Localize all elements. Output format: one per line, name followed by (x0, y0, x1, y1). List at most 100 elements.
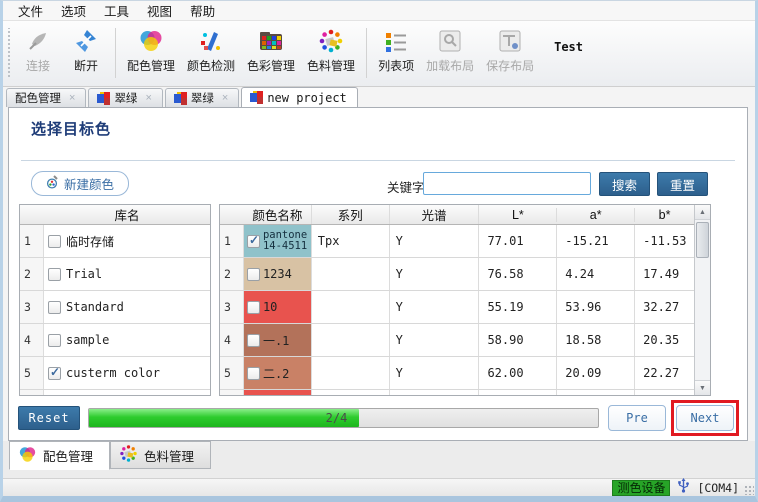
column-header-name: 颜色名称 (244, 205, 312, 224)
progress-fill (89, 409, 359, 427)
row-checkbox[interactable] (48, 333, 61, 347)
search-button[interactable]: 搜索 (599, 172, 650, 196)
save-layout-icon (497, 27, 523, 55)
column-header-b: b* (658, 207, 671, 222)
color-swatch-cell: pantone 14-4511 (243, 225, 312, 257)
close-icon[interactable]: × (145, 92, 151, 104)
color-library-icon (258, 27, 284, 55)
row-checkbox[interactable] (48, 300, 61, 314)
color-swatch-cell: 1234 (243, 258, 312, 290)
connect-icon (25, 27, 51, 55)
resize-grip[interactable] (744, 485, 754, 495)
table-row[interactable]: 1 pantone 14-4511 Tpx Y 77.01 -15.21 -11… (220, 225, 694, 258)
column-header-L: L* (479, 207, 558, 222)
table-row[interactable]: 2 1234 Y 76.58 4.24 17.49 (220, 258, 694, 291)
library-table: 库名 1 临时存储 2 Trial 3 Standard 4 sample 5 … (19, 204, 211, 396)
menu-tools[interactable]: 工具 (95, 1, 138, 22)
row-checkbox[interactable] (246, 333, 260, 347)
tab-color-matching[interactable]: 配色管理 × (6, 88, 87, 107)
disconnect-icon (73, 27, 99, 55)
close-icon[interactable]: × (222, 92, 228, 104)
color-swatch-cell (243, 390, 312, 395)
usb-icon (677, 477, 690, 497)
pre-button[interactable]: Pre (608, 405, 666, 431)
divider (21, 160, 735, 161)
colorant-icon (119, 444, 138, 466)
keyword-label: 关键字 (387, 181, 425, 195)
scroll-down-icon[interactable]: ▼ (695, 380, 710, 395)
color-match-icon (138, 27, 164, 55)
table-row[interactable]: 3 10 Y 55.19 53.96 32.27 (220, 291, 694, 324)
disconnect-button[interactable]: 断开 (62, 26, 110, 75)
tab-new-project[interactable]: new project (241, 87, 358, 107)
column-header-library: 库名 (114, 209, 140, 223)
project-icon (250, 91, 264, 104)
test-label: Test (554, 40, 584, 54)
toolbar: 连接 断开 配色管理 颜色检测 色彩管理 色料管理 列表项 加载布局 保存布局 … (3, 21, 755, 87)
project-icon (97, 91, 111, 105)
connect-button: 连接 (14, 26, 62, 75)
toolbar-separator (366, 28, 368, 78)
color-table-header: 颜色名称 系列 光谱 L* a* b* (220, 205, 694, 225)
row-checkbox[interactable] (48, 234, 61, 248)
table-row-partial (20, 390, 210, 395)
column-header-a: a* (557, 207, 636, 222)
menu-view[interactable]: 视图 (138, 1, 181, 22)
toolbar-separator (115, 28, 116, 78)
new-color-icon (46, 175, 59, 192)
close-icon[interactable]: × (69, 92, 75, 104)
com-port-label: [COM4] (697, 480, 739, 495)
row-checkbox[interactable] (48, 267, 61, 281)
reset-wizard-button[interactable]: Reset (18, 406, 80, 430)
app-window: 文件 选项 工具 视图 帮助 连接 断开 配色管理 颜色检测 色彩管理 色料管理… (0, 0, 758, 502)
reset-filter-button[interactable]: 重置 (657, 172, 708, 196)
status-bar: 测色设备 [COM4] (3, 477, 755, 497)
document-tab-bar: 配色管理 × 翠绿 × 翠绿 × new project (3, 87, 755, 107)
bottom-tab-colorant[interactable]: 色料管理 (110, 441, 212, 469)
menu-help[interactable]: 帮助 (181, 1, 224, 22)
list-items-icon (383, 27, 409, 55)
column-header-spectrum: 光谱 (390, 205, 480, 224)
device-status-badge: 测色设备 (612, 479, 671, 496)
new-color-button[interactable]: 新建颜色 (31, 171, 130, 196)
color-library-button[interactable]: 色彩管理 (241, 26, 301, 75)
color-swatch-cell: 二.2 (243, 357, 312, 389)
table-row[interactable]: 4 sample (20, 324, 210, 357)
color-match-button[interactable]: 配色管理 (121, 26, 181, 75)
row-checkbox[interactable] (246, 366, 260, 380)
color-swatch-cell: 一.1 (243, 324, 312, 356)
colorant-button[interactable]: 色料管理 (301, 26, 361, 75)
table-row[interactable]: 2 Trial (20, 258, 210, 291)
row-checkbox[interactable] (246, 267, 260, 281)
wizard-progress-bar: 2/4 (88, 408, 599, 428)
list-items-button[interactable]: 列表项 (372, 26, 420, 75)
next-button[interactable]: Next (676, 405, 734, 431)
row-checkbox[interactable] (246, 300, 260, 314)
tab-emerald-2[interactable]: 翠绿 × (164, 88, 240, 107)
vertical-scrollbar[interactable]: ▲ ▼ (694, 205, 710, 395)
bottom-tab-color-matching[interactable]: 配色管理 (9, 441, 111, 470)
keyword-input[interactable] (423, 172, 591, 195)
color-detect-button[interactable]: 颜色检测 (181, 26, 241, 75)
menu-file[interactable]: 文件 (9, 1, 52, 22)
column-header-series: 系列 (312, 205, 390, 224)
row-checkbox[interactable] (246, 233, 260, 248)
table-row[interactable]: 1 临时存储 (20, 225, 210, 258)
toolbar-drag-handle[interactable] (6, 28, 12, 78)
row-checkbox[interactable] (48, 365, 61, 380)
scroll-up-icon[interactable]: ▲ (695, 205, 710, 220)
progress-step-label: 2/4 (325, 411, 348, 425)
load-layout-icon (437, 27, 463, 55)
scrollbar-thumb[interactable] (696, 222, 709, 258)
table-row[interactable]: 5 二.2 Y 62.00 20.09 22.27 (220, 357, 694, 390)
table-row[interactable]: 4 一.1 Y 58.90 18.58 20.35 (220, 324, 694, 357)
table-row[interactable]: 3 Standard (20, 291, 210, 324)
tab-emerald-1[interactable]: 翠绿 × (88, 88, 163, 107)
menu-options[interactable]: 选项 (52, 1, 95, 22)
bottom-tab-bar: 配色管理 色料管理 (3, 441, 755, 478)
table-row[interactable]: 5 custerm color (20, 357, 210, 390)
project-icon (173, 91, 187, 105)
menu-bar: 文件 选项 工具 视图 帮助 (3, 1, 755, 21)
color-wheel-icon (18, 445, 37, 467)
page-title: 选择目标色 (31, 121, 112, 138)
